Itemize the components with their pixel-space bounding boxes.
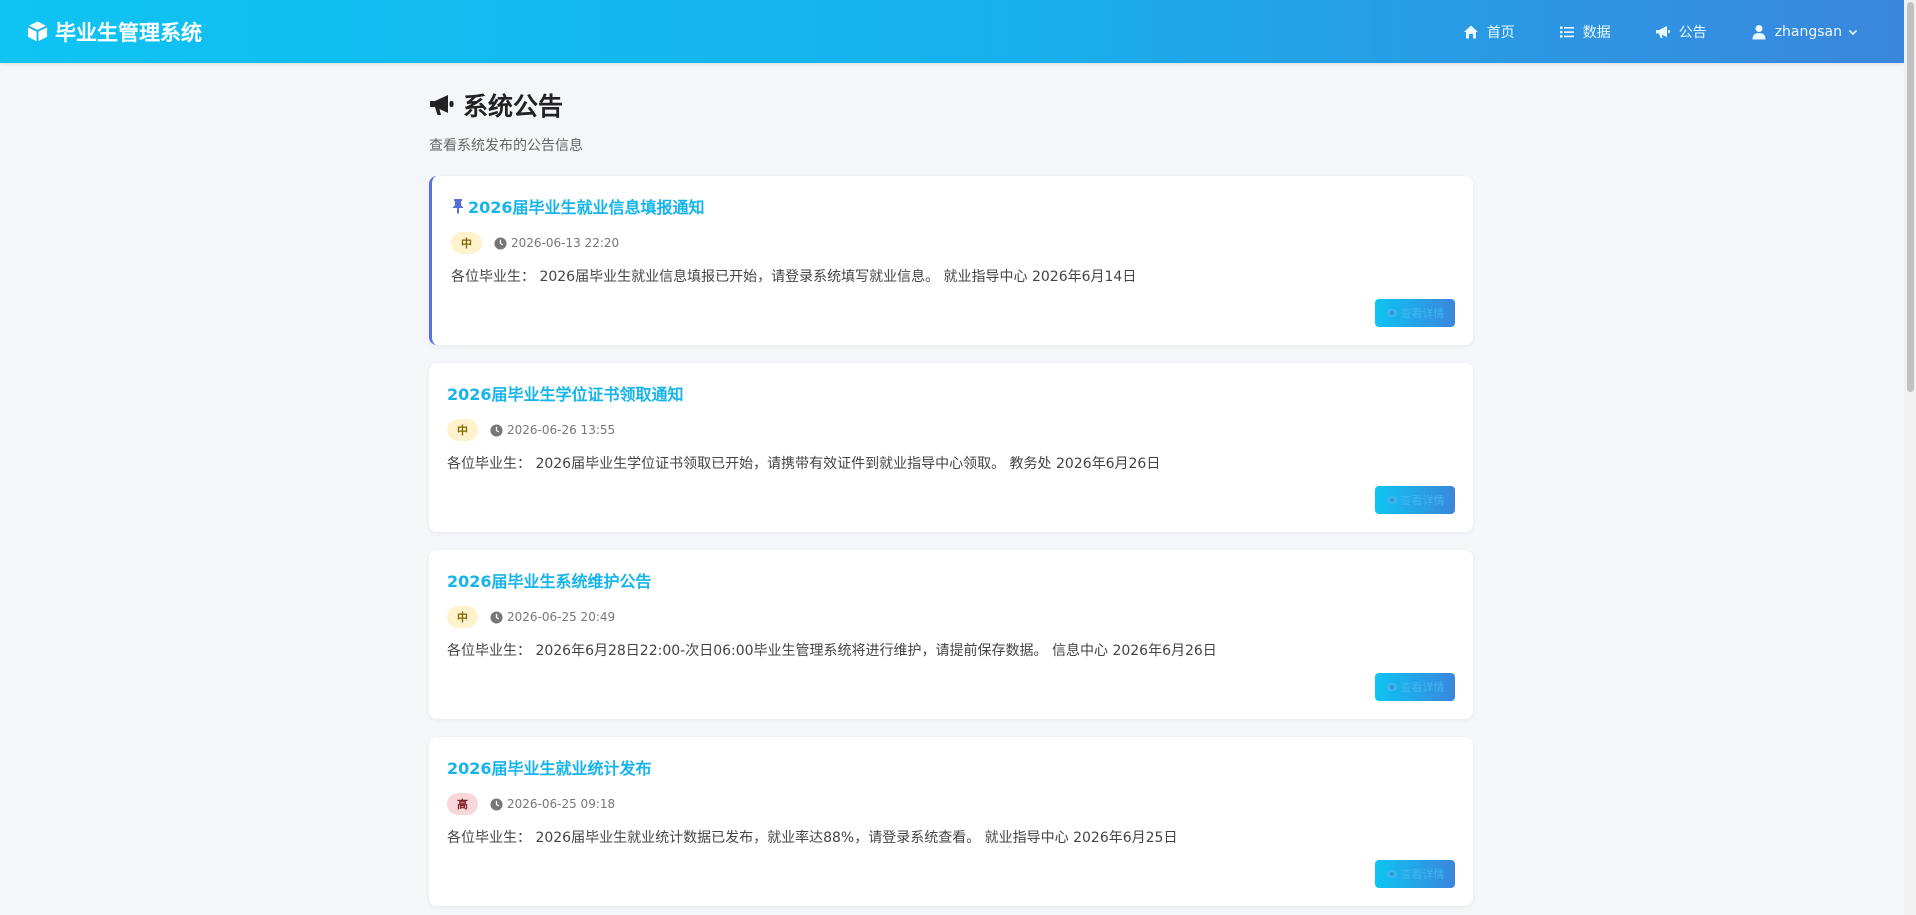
top-navbar: 毕业生管理系统 首页 数据 公告 zhangsan — [0, 0, 1904, 63]
announcement-card: 2026届毕业生就业统计发布 高 2026-06-25 09:18 各位毕业生：… — [429, 737, 1473, 906]
username: zhangsan — [1774, 23, 1842, 40]
cube-icon — [27, 21, 48, 42]
main-content: 系统公告 查看系统发布的公告信息 2026届毕业生就业信息填报通知 中 2026… — [429, 63, 1473, 906]
nav-home-label: 首页 — [1486, 24, 1515, 41]
announcement-content: 各位毕业生： 2026届毕业生就业统计数据已发布，就业率达88%，请登录系统查看… — [447, 830, 1178, 846]
nav-data[interactable]: 数据 — [1559, 22, 1611, 42]
announcement-content: 各位毕业生： 2026年6月28日22:00-次日06:00毕业生管理系统将进行… — [447, 643, 1217, 659]
clock-icon — [490, 797, 503, 811]
announcement-time-text: 2026-06-26 13:55 — [507, 423, 616, 437]
scrollbar-thumb[interactable] — [1907, 2, 1914, 392]
page-subtitle: 查看系统发布的公告信息 — [429, 138, 583, 154]
announcement-time-text: 2026-06-25 20:49 — [507, 610, 616, 624]
nav-data-label: 数据 — [1582, 24, 1611, 41]
view-detail-label: 查看详情 — [1400, 307, 1445, 320]
user-icon — [1752, 24, 1766, 39]
view-detail-button[interactable]: 查看详情 — [1375, 860, 1455, 888]
home-icon — [1463, 25, 1478, 38]
announcement-title-text: 2026届毕业生就业统计发布 — [447, 759, 652, 778]
announcement-title-text: 2026届毕业生就业信息填报通知 — [468, 198, 705, 217]
bullhorn-icon — [1655, 25, 1670, 38]
announcement-title[interactable]: 2026届毕业生就业统计发布 — [447, 755, 1455, 779]
announcement-time-text: 2026-06-25 09:18 — [507, 797, 616, 811]
view-detail-label: 查看详情 — [1400, 494, 1445, 507]
list-icon — [1559, 26, 1574, 38]
announcement-meta: 高 2026-06-25 09:18 — [447, 793, 1455, 815]
announcement-title-text: 2026届毕业生学位证书领取通知 — [447, 385, 684, 404]
nav-notice[interactable]: 公告 — [1655, 22, 1707, 42]
priority-badge: 高 — [447, 793, 478, 815]
clock-icon — [490, 610, 503, 624]
view-detail-label: 查看详情 — [1400, 681, 1445, 694]
view-detail-button[interactable]: 查看详情 — [1375, 486, 1455, 514]
announcement-card: 2026届毕业生系统维护公告 中 2026-06-25 20:49 各位毕业生：… — [429, 550, 1473, 719]
clock-icon — [490, 423, 503, 437]
user-menu[interactable]: zhangsan — [1751, 24, 1858, 40]
app-title: 毕业生管理系统 — [55, 20, 202, 45]
announcement-time: 2026-06-26 13:55 — [490, 423, 615, 437]
announcement-content: 各位毕业生： 2026届毕业生就业信息填报已开始，请登录系统填写就业信息。 就业… — [451, 269, 1137, 285]
brand[interactable]: 毕业生管理系统 — [26, 17, 202, 47]
nav-notice-label: 公告 — [1678, 24, 1707, 41]
announcement-content: 各位毕业生： 2026届毕业生学位证书领取已开始，请携带有效证件到就业指导中心领… — [447, 456, 1161, 472]
announcement-card: 2026届毕业生学位证书领取通知 中 2026-06-26 13:55 各位毕业… — [429, 363, 1473, 532]
clock-icon — [494, 236, 507, 250]
page-header: 系统公告 — [429, 87, 1473, 123]
eye-icon — [1386, 683, 1397, 691]
view-detail-button[interactable]: 查看详情 — [1375, 673, 1455, 701]
chevron-down-icon — [1848, 29, 1858, 35]
announcement-time: 2026-06-25 20:49 — [490, 610, 615, 624]
priority-badge: 中 — [451, 232, 482, 254]
announcement-time-text: 2026-06-13 22:20 — [511, 236, 620, 250]
announcement-time: 2026-06-13 22:20 — [494, 236, 619, 250]
pin-icon — [452, 199, 464, 214]
eye-icon — [1386, 496, 1397, 504]
view-detail-label: 查看详情 — [1400, 868, 1445, 881]
announcement-card: 2026届毕业生就业信息填报通知 中 2026-06-13 22:20 各位毕业… — [429, 176, 1473, 345]
announcement-title[interactable]: 2026届毕业生就业信息填报通知 — [451, 194, 1455, 218]
priority-badge: 中 — [447, 419, 478, 441]
bullhorn-icon — [430, 95, 454, 115]
announcement-meta: 中 2026-06-13 22:20 — [451, 232, 1455, 254]
nav-home[interactable]: 首页 — [1463, 22, 1515, 42]
announcement-time: 2026-06-25 09:18 — [490, 797, 615, 811]
page-title: 系统公告 — [463, 92, 564, 121]
eye-icon — [1386, 309, 1397, 317]
scrollbar[interactable] — [1904, 0, 1916, 915]
announcement-title[interactable]: 2026届毕业生系统维护公告 — [447, 568, 1455, 592]
announcement-title[interactable]: 2026届毕业生学位证书领取通知 — [447, 381, 1455, 405]
nav-menu: 首页 数据 公告 zhangsan — [1419, 22, 1878, 42]
announcement-meta: 中 2026-06-26 13:55 — [447, 419, 1455, 441]
eye-icon — [1386, 870, 1397, 878]
priority-badge: 中 — [447, 606, 478, 628]
announcement-title-text: 2026届毕业生系统维护公告 — [447, 572, 652, 591]
view-detail-button[interactable]: 查看详情 — [1375, 299, 1455, 327]
announcement-meta: 中 2026-06-25 20:49 — [447, 606, 1455, 628]
